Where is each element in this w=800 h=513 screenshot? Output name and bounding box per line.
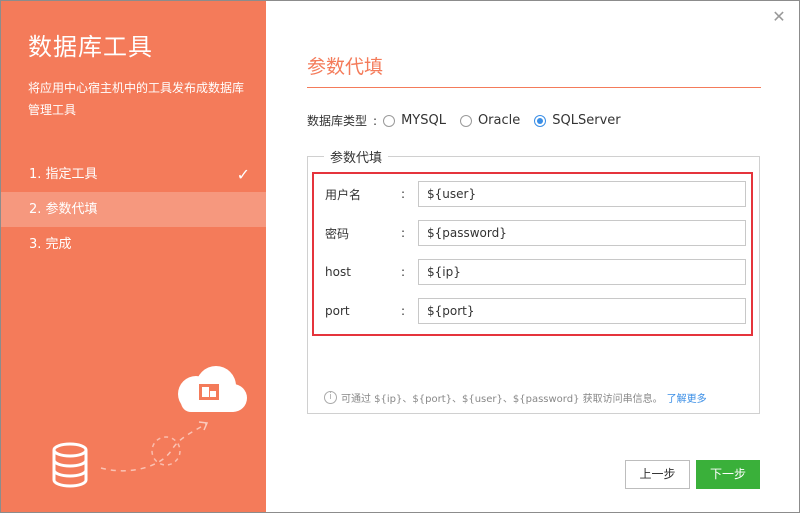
field-colon: : — [401, 265, 406, 279]
radio-label: Oracle — [477, 113, 521, 128]
dialog-window: 数据库工具 将应用中心宿主机中的工具发布成数据库管理工具 1. 指定工具 ✓ 2… — [0, 0, 800, 513]
step-label: 3. 完成 — [29, 237, 72, 252]
db-type-row: 数据库类型 : MYSQL Oracle SQLServer — [307, 112, 635, 130]
param-group-title: 参数代填 — [324, 147, 389, 166]
form-row-host: host : — [325, 259, 746, 285]
form-row-password: 密码 : — [325, 220, 746, 246]
step-item-finish: 3. 完成 — [1, 227, 266, 262]
radio-circle-icon — [383, 115, 396, 127]
field-colon: : — [401, 187, 406, 201]
port-input[interactable] — [418, 298, 746, 324]
step-list: 1. 指定工具 ✓ 2. 参数代填 3. 完成 — [1, 157, 266, 262]
hint-row: i 可通过 ${ip}、${port}、${user}、${password} … — [324, 390, 707, 405]
radio-oracle[interactable]: Oracle — [459, 112, 521, 130]
field-label: 密码 — [325, 226, 350, 241]
cloud-icon — [178, 366, 247, 412]
sidebar-description: 将应用中心宿主机中的工具发布成数据库管理工具 — [28, 81, 245, 117]
check-icon: ✓ — [236, 165, 250, 184]
title-divider — [307, 87, 761, 88]
field-colon: : — [401, 226, 406, 240]
step-label: 1. 指定工具 — [29, 167, 98, 182]
host-input[interactable] — [418, 259, 746, 285]
db-type-label: 数据库类型 — [307, 114, 368, 128]
field-label: port — [325, 304, 350, 318]
next-button[interactable]: 下一步 — [696, 460, 760, 489]
page-title: 参数代填 — [307, 56, 384, 78]
radio-circle-icon — [459, 115, 472, 127]
field-label: 用户名 — [325, 187, 362, 202]
database-icon — [52, 442, 88, 488]
radio-mysql[interactable]: MYSQL — [383, 112, 446, 130]
info-icon: i — [324, 391, 337, 404]
database-cloud-illustration — [52, 366, 247, 488]
radio-checked-icon — [534, 115, 547, 127]
sidebar-title: 数据库工具 — [28, 33, 153, 61]
field-label: host — [325, 265, 351, 279]
username-input[interactable] — [418, 181, 746, 207]
db-type-colon: : — [373, 114, 378, 128]
hint-text: 可通过 ${ip}、${port}、${user}、${password} 获取… — [341, 394, 663, 405]
form-row-port: port : — [325, 298, 746, 324]
step-item-param-fill: 2. 参数代填 — [1, 192, 266, 227]
radio-label: SQLServer — [552, 113, 621, 128]
form-row-username: 用户名 : — [325, 181, 746, 207]
field-colon: : — [401, 304, 406, 318]
radio-sqlserver[interactable]: SQLServer — [534, 112, 621, 130]
sidebar: 数据库工具 将应用中心宿主机中的工具发布成数据库管理工具 1. 指定工具 ✓ 2… — [1, 1, 266, 512]
step-label: 2. 参数代填 — [29, 202, 98, 217]
password-input[interactable] — [418, 220, 746, 246]
learn-more-link[interactable]: 了解更多 — [667, 390, 707, 405]
step-item-specify-tool: 1. 指定工具 ✓ — [1, 157, 266, 192]
prev-button[interactable]: 上一步 — [625, 460, 690, 489]
close-icon[interactable]: ✕ — [771, 9, 787, 25]
radio-label: MYSQL — [401, 113, 446, 128]
